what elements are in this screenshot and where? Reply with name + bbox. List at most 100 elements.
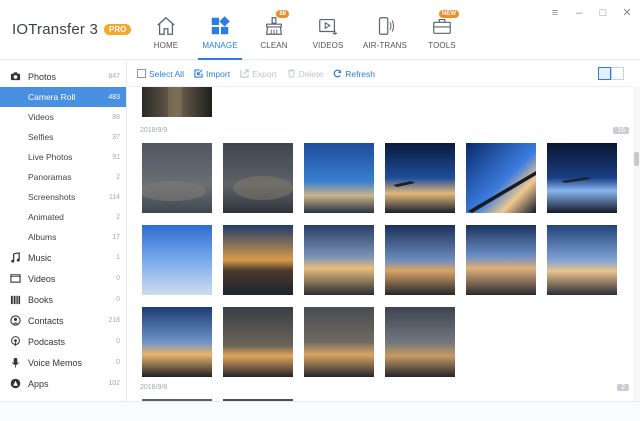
sidebar-item-count: 0	[116, 296, 120, 303]
menu-icon[interactable]: ≡	[546, 6, 564, 20]
export-label: Export	[252, 68, 277, 79]
photo-thumbnail[interactable]	[142, 143, 212, 213]
date-header: 2018/9/8	[140, 384, 168, 391]
refresh-button[interactable]: Refresh	[333, 69, 375, 79]
refresh-label: Refresh	[345, 68, 375, 79]
sidebar-item-count: 218	[108, 317, 120, 324]
photo-thumbnail[interactable]	[142, 225, 212, 295]
date-header: 2018/9/9	[140, 127, 168, 134]
photo-thumbnail[interactable]	[466, 143, 536, 213]
photo-thumbnail[interactable]	[547, 143, 617, 213]
sidebar-item-voice-memos[interactable]: Voice Memos 0	[0, 352, 126, 373]
sidebar-item-count: 483	[108, 93, 120, 101]
select-all-button[interactable]: Select All	[137, 69, 184, 79]
clean-icon	[265, 17, 283, 35]
sidebar-item-count: 114	[108, 193, 120, 201]
photo-thumbnail[interactable]	[385, 307, 455, 377]
export-button[interactable]: Export	[240, 69, 277, 79]
photo-thumbnail[interactable]	[304, 225, 374, 295]
trash-icon	[287, 69, 295, 78]
thumbnail-view-icon[interactable]	[598, 67, 611, 80]
sidebar-item-count: 91	[112, 153, 120, 161]
nav-label: MANAGE	[202, 41, 238, 50]
sidebar-item-live-photos[interactable]: Live Photos 91	[0, 147, 126, 167]
nav-label: VIDEOS	[312, 41, 344, 50]
photo-thumbnail[interactable]	[466, 225, 536, 295]
main-nav: HOME MANAGE 88 CLEAN VIDEOS AIR-TRANS NE…	[140, 0, 470, 60]
status-bar	[0, 401, 640, 421]
grid-view-icon[interactable]	[611, 67, 624, 80]
photo-thumbnail[interactable]	[304, 143, 374, 213]
maximize-icon[interactable]: □	[594, 6, 612, 20]
tools-badge: NEW	[439, 10, 459, 18]
sidebar-item-albums[interactable]: Albums 17	[0, 227, 126, 247]
refresh-icon	[333, 69, 342, 78]
nav-label: CLEAN	[260, 41, 288, 50]
sidebar-item-count: 1	[116, 254, 120, 261]
sidebar-item-books[interactable]: Books 0	[0, 289, 126, 310]
nav-air-trans[interactable]: AIR-TRANS	[356, 0, 414, 60]
sidebar-item-apps[interactable]: Apps 102	[0, 373, 126, 394]
sidebar-item-videos-category[interactable]: Videos 0	[0, 268, 126, 289]
nav-manage[interactable]: MANAGE	[194, 0, 246, 60]
photo-thumbnail[interactable]	[223, 307, 293, 377]
sidebar-item-label: Camera Roll	[28, 92, 76, 102]
sidebar-item-label: Selfies	[28, 132, 54, 142]
nav-videos[interactable]: VIDEOS	[302, 0, 354, 60]
export-icon	[240, 69, 249, 78]
air-trans-icon	[378, 17, 395, 35]
sidebar-item-panoramas[interactable]: Panoramas 2	[0, 167, 126, 187]
manage-icon	[211, 16, 230, 35]
date-count-badge: 16	[613, 127, 629, 134]
videos-icon	[319, 18, 338, 36]
sidebar-item-count: 0	[116, 338, 120, 345]
photo-thumbnail[interactable]	[385, 143, 455, 213]
sidebar-item-label: Panoramas	[28, 172, 72, 182]
photo-thumbnail[interactable]	[142, 87, 212, 117]
nav-home[interactable]: HOME	[140, 0, 192, 60]
nav-label: AIR-TRANS	[362, 41, 407, 50]
sidebar-item-podcasts[interactable]: Podcasts 0	[0, 331, 126, 352]
photo-thumbnail[interactable]	[547, 225, 617, 295]
scrollbar-thumb[interactable]	[634, 152, 639, 166]
clean-badge: 88	[276, 10, 289, 18]
minimize-icon[interactable]: –	[570, 6, 588, 20]
sidebar-item-count: 102	[108, 380, 120, 387]
sidebar-item-label: Animated	[28, 212, 64, 222]
import-label: Import	[205, 68, 231, 79]
select-all-label: Select All	[149, 68, 184, 79]
photo-thumbnail[interactable]	[223, 225, 293, 295]
sidebar-item-photos[interactable]: Photos 847	[0, 66, 126, 87]
sidebar-item-selfies[interactable]: Selfies 37	[0, 127, 126, 147]
close-icon[interactable]: ✕	[618, 6, 636, 20]
sidebar-item-camera-roll[interactable]: Camera Roll 483	[0, 87, 126, 107]
sidebar-item-screenshots[interactable]: Screenshots 114	[0, 187, 126, 207]
view-toggle	[598, 67, 624, 80]
sidebar-item-count: 2	[116, 173, 120, 181]
import-button[interactable]: Import	[194, 69, 230, 79]
sidebar-item-music[interactable]: Music 1	[0, 247, 126, 268]
sidebar-item-videos[interactable]: Videos 88	[0, 107, 126, 127]
photo-thumbnail[interactable]	[223, 143, 293, 213]
music-icon	[11, 252, 20, 263]
sidebar: Photos 847 Camera Roll 483 Videos 88 Sel…	[0, 61, 127, 401]
sidebar-item-contacts[interactable]: Contacts 218	[0, 310, 126, 331]
voice-memos-icon	[11, 357, 20, 368]
photo-thumbnail[interactable]	[304, 307, 374, 377]
sidebar-item-label: Voice Memos	[28, 357, 83, 368]
photo-thumbnail[interactable]	[142, 307, 212, 377]
scrollbar[interactable]	[633, 87, 640, 401]
sidebar-item-count: 88	[112, 113, 120, 121]
nav-clean[interactable]: 88 CLEAN	[248, 0, 300, 60]
contacts-icon	[10, 315, 21, 326]
delete-button[interactable]: Delete	[287, 69, 323, 79]
sidebar-item-animated[interactable]: Animated 2	[0, 207, 126, 227]
brand: IOTransfer 3 PRO	[12, 21, 132, 38]
sidebar-item-label: Videos	[28, 273, 56, 284]
photo-thumbnail[interactable]	[385, 225, 455, 295]
sidebar-item-label: Videos	[28, 112, 54, 122]
import-icon	[194, 69, 203, 78]
nav-label: TOOLS	[428, 41, 456, 50]
sidebar-item-label: Photos	[28, 71, 57, 82]
nav-tools[interactable]: NEW TOOLS	[416, 0, 468, 60]
